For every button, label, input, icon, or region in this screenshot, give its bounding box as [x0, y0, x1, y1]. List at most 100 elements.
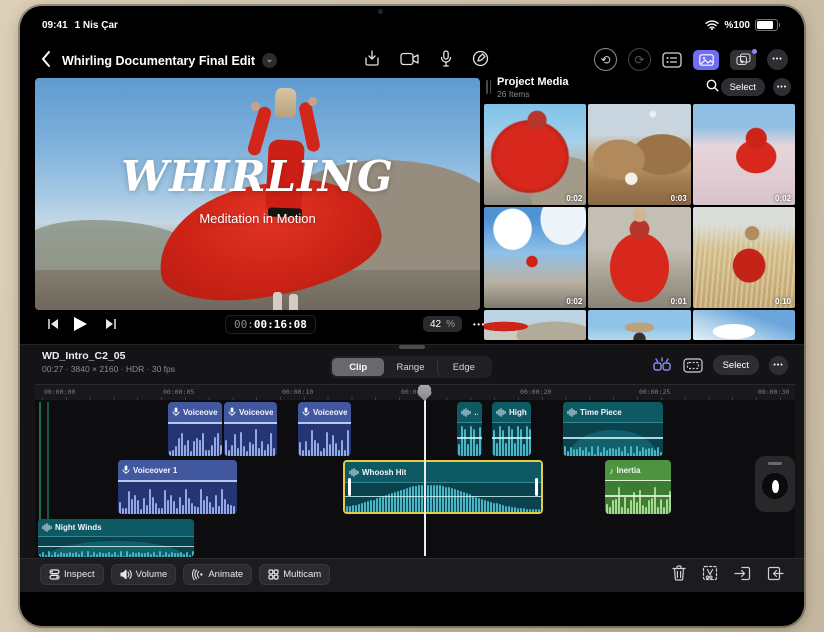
timeline-more-icon[interactable]: •••	[769, 355, 788, 375]
jog-drag-bar[interactable]	[768, 462, 782, 465]
view-toolbar: ⟲ ⟳ •••	[594, 48, 788, 71]
status-bar-left: 09:41 1 Nis Çar	[42, 20, 118, 31]
transport-controls: 00:00:16:08 42 % •••	[35, 311, 484, 342]
audio-waveform	[345, 483, 541, 512]
replace-icon[interactable]	[767, 566, 784, 581]
volume-line[interactable]	[563, 437, 663, 439]
animate-button[interactable]: Animate	[183, 564, 253, 585]
camera-icon[interactable]	[400, 52, 420, 66]
undo-icon[interactable]: ⟲	[594, 48, 617, 71]
media-select-button[interactable]: Select	[720, 78, 765, 96]
mic-icon	[122, 465, 130, 475]
trim-handle-left[interactable]	[348, 478, 351, 496]
timeline-clip-meta: 00:27 · 3840 × 2160 · HDR · 30 fps	[42, 364, 176, 374]
timeline-clip-night-winds[interactable]: Night Winds	[38, 519, 194, 557]
segment-edge[interactable]: Edge	[436, 358, 490, 376]
ruler-label: 00:00:25	[639, 388, 671, 396]
volume-line[interactable]	[457, 437, 482, 439]
volume-line[interactable]	[38, 545, 194, 548]
viewer-subtitle-overlay: Meditation in Motion	[199, 211, 316, 226]
jog-wheel-toggle-icon[interactable]	[651, 357, 673, 373]
waveform-icon	[496, 407, 506, 417]
skip-back-icon[interactable]	[47, 318, 59, 330]
waveform-icon	[349, 467, 359, 477]
timeline-clip-voiceover-1[interactable]: Voiceover 1	[118, 460, 237, 514]
pencil-draw-icon[interactable]	[472, 50, 489, 67]
timeline-resize-handle[interactable]	[399, 345, 425, 349]
segment-range[interactable]: Range	[384, 358, 436, 376]
media-thumbnail[interactable]: 0:02	[692, 104, 795, 205]
clip-label: Voiceover 2	[183, 407, 218, 417]
timeline-controls: Select •••	[651, 355, 788, 375]
mic-icon	[172, 407, 180, 417]
insert-icon[interactable]	[734, 566, 751, 581]
media-thumbnail[interactable]: 0:02	[484, 207, 587, 308]
redo-icon[interactable]: ⟳	[628, 48, 651, 71]
multicam-button[interactable]: Multicam	[259, 564, 331, 585]
clip-label: Whoosh Hit	[362, 467, 407, 477]
skip-forward-icon[interactable]	[105, 318, 117, 330]
timeline-clip--[interactable]: …	[457, 402, 482, 456]
audio-waveform	[224, 424, 277, 456]
timeline-clip-voiceover-2[interactable]: Voiceover 2	[168, 402, 222, 456]
media-thumbnail[interactable]: 0:01	[588, 207, 691, 308]
media-thumbnail[interactable]: 0:10	[692, 207, 795, 308]
timecode-display[interactable]: 00:00:16:08	[225, 315, 316, 334]
media-thumbnail[interactable]	[484, 310, 587, 340]
audio-waveform	[298, 424, 351, 456]
import-icon[interactable]	[364, 50, 380, 67]
project-title[interactable]: Whirling Documentary Final Edit ⌄	[62, 53, 278, 68]
snapping-toggle-icon[interactable]	[682, 357, 703, 373]
edit-mode-segmented-control: Clip Range Edge	[330, 356, 492, 378]
back-button[interactable]	[40, 50, 60, 70]
blade-icon[interactable]	[702, 565, 718, 581]
chevron-down-icon[interactable]: ⌄	[262, 53, 278, 68]
timeline-select-button[interactable]: Select	[712, 355, 759, 375]
media-thumbnail[interactable]: 0:02	[484, 104, 587, 205]
volume-line[interactable]	[345, 495, 541, 498]
media-more-icon[interactable]: •••	[773, 78, 791, 96]
viewer-title-overlay: WHIRLING	[121, 152, 394, 201]
audio-waveform	[563, 423, 663, 456]
search-icon[interactable]	[706, 79, 719, 92]
volume-button[interactable]: Volume	[110, 564, 177, 585]
battery-percent: %100	[724, 19, 750, 31]
trash-icon[interactable]	[672, 565, 686, 581]
timeline-clip-whoosh-hit[interactable]: Whoosh Hit	[343, 460, 543, 514]
media-panel-title: Project Media	[497, 76, 569, 88]
effects-icon[interactable]	[730, 48, 757, 70]
timeline-clip-voiceover-3[interactable]: Voiceover 3	[298, 402, 351, 456]
capture-toolbar	[364, 50, 489, 67]
timeline-clip-high-[interactable]: High…	[492, 402, 531, 456]
microphone-icon[interactable]	[440, 50, 452, 67]
timeline-ruler[interactable]: 00:00:00 00:00:05 00:00:10 00:00:15 00:0…	[35, 384, 795, 401]
ipad-device: 09:41 1 Nis Çar %100 Whirling Documentar…	[0, 0, 824, 632]
media-thumbnail[interactable]	[692, 310, 795, 340]
bottom-toolbar-buttons: Inspect Volume Animate Multicam	[40, 564, 331, 585]
timeline-clip-inertia[interactable]: ♪ Inertia	[605, 460, 671, 514]
status-bar-right: %100	[705, 19, 780, 31]
panel-drag-handle[interactable]	[486, 80, 491, 94]
zoom-level-control[interactable]: 42 %	[423, 316, 463, 332]
timeline-clips: Voiceover 2 Voiceover 2 Voiceover 3 … High… T…	[35, 400, 795, 558]
segment-clip[interactable]: Clip	[332, 358, 385, 376]
mic-icon	[228, 407, 236, 417]
media-thumbnail[interactable]	[588, 310, 691, 340]
inspector-list-icon[interactable]	[662, 51, 682, 68]
edit-action-icons	[672, 565, 784, 581]
play-icon[interactable]	[73, 316, 88, 332]
playhead-line	[424, 386, 426, 556]
trim-handle-right[interactable]	[535, 478, 538, 496]
timeline-clip-voiceover-2[interactable]: Voiceover 2	[224, 402, 277, 456]
jog-dial[interactable]	[761, 472, 789, 500]
media-browser-icon[interactable]	[693, 49, 719, 70]
timeline-clip-name: WD_Intro_C2_05	[42, 350, 126, 362]
toolbar-more-icon[interactable]: •••	[767, 49, 788, 70]
media-thumbnail[interactable]: 0:03	[588, 104, 691, 205]
jog-wheel-widget[interactable]	[755, 456, 795, 512]
timeline-clip-time-piece[interactable]: Time Piece	[563, 402, 663, 456]
volume-line[interactable]	[492, 437, 531, 439]
volume-line[interactable]	[605, 495, 671, 497]
inspect-button[interactable]: Inspect	[40, 564, 104, 585]
media-grid: 0:02 0:03 0:02 0:02 0:01 0:10	[484, 104, 795, 340]
